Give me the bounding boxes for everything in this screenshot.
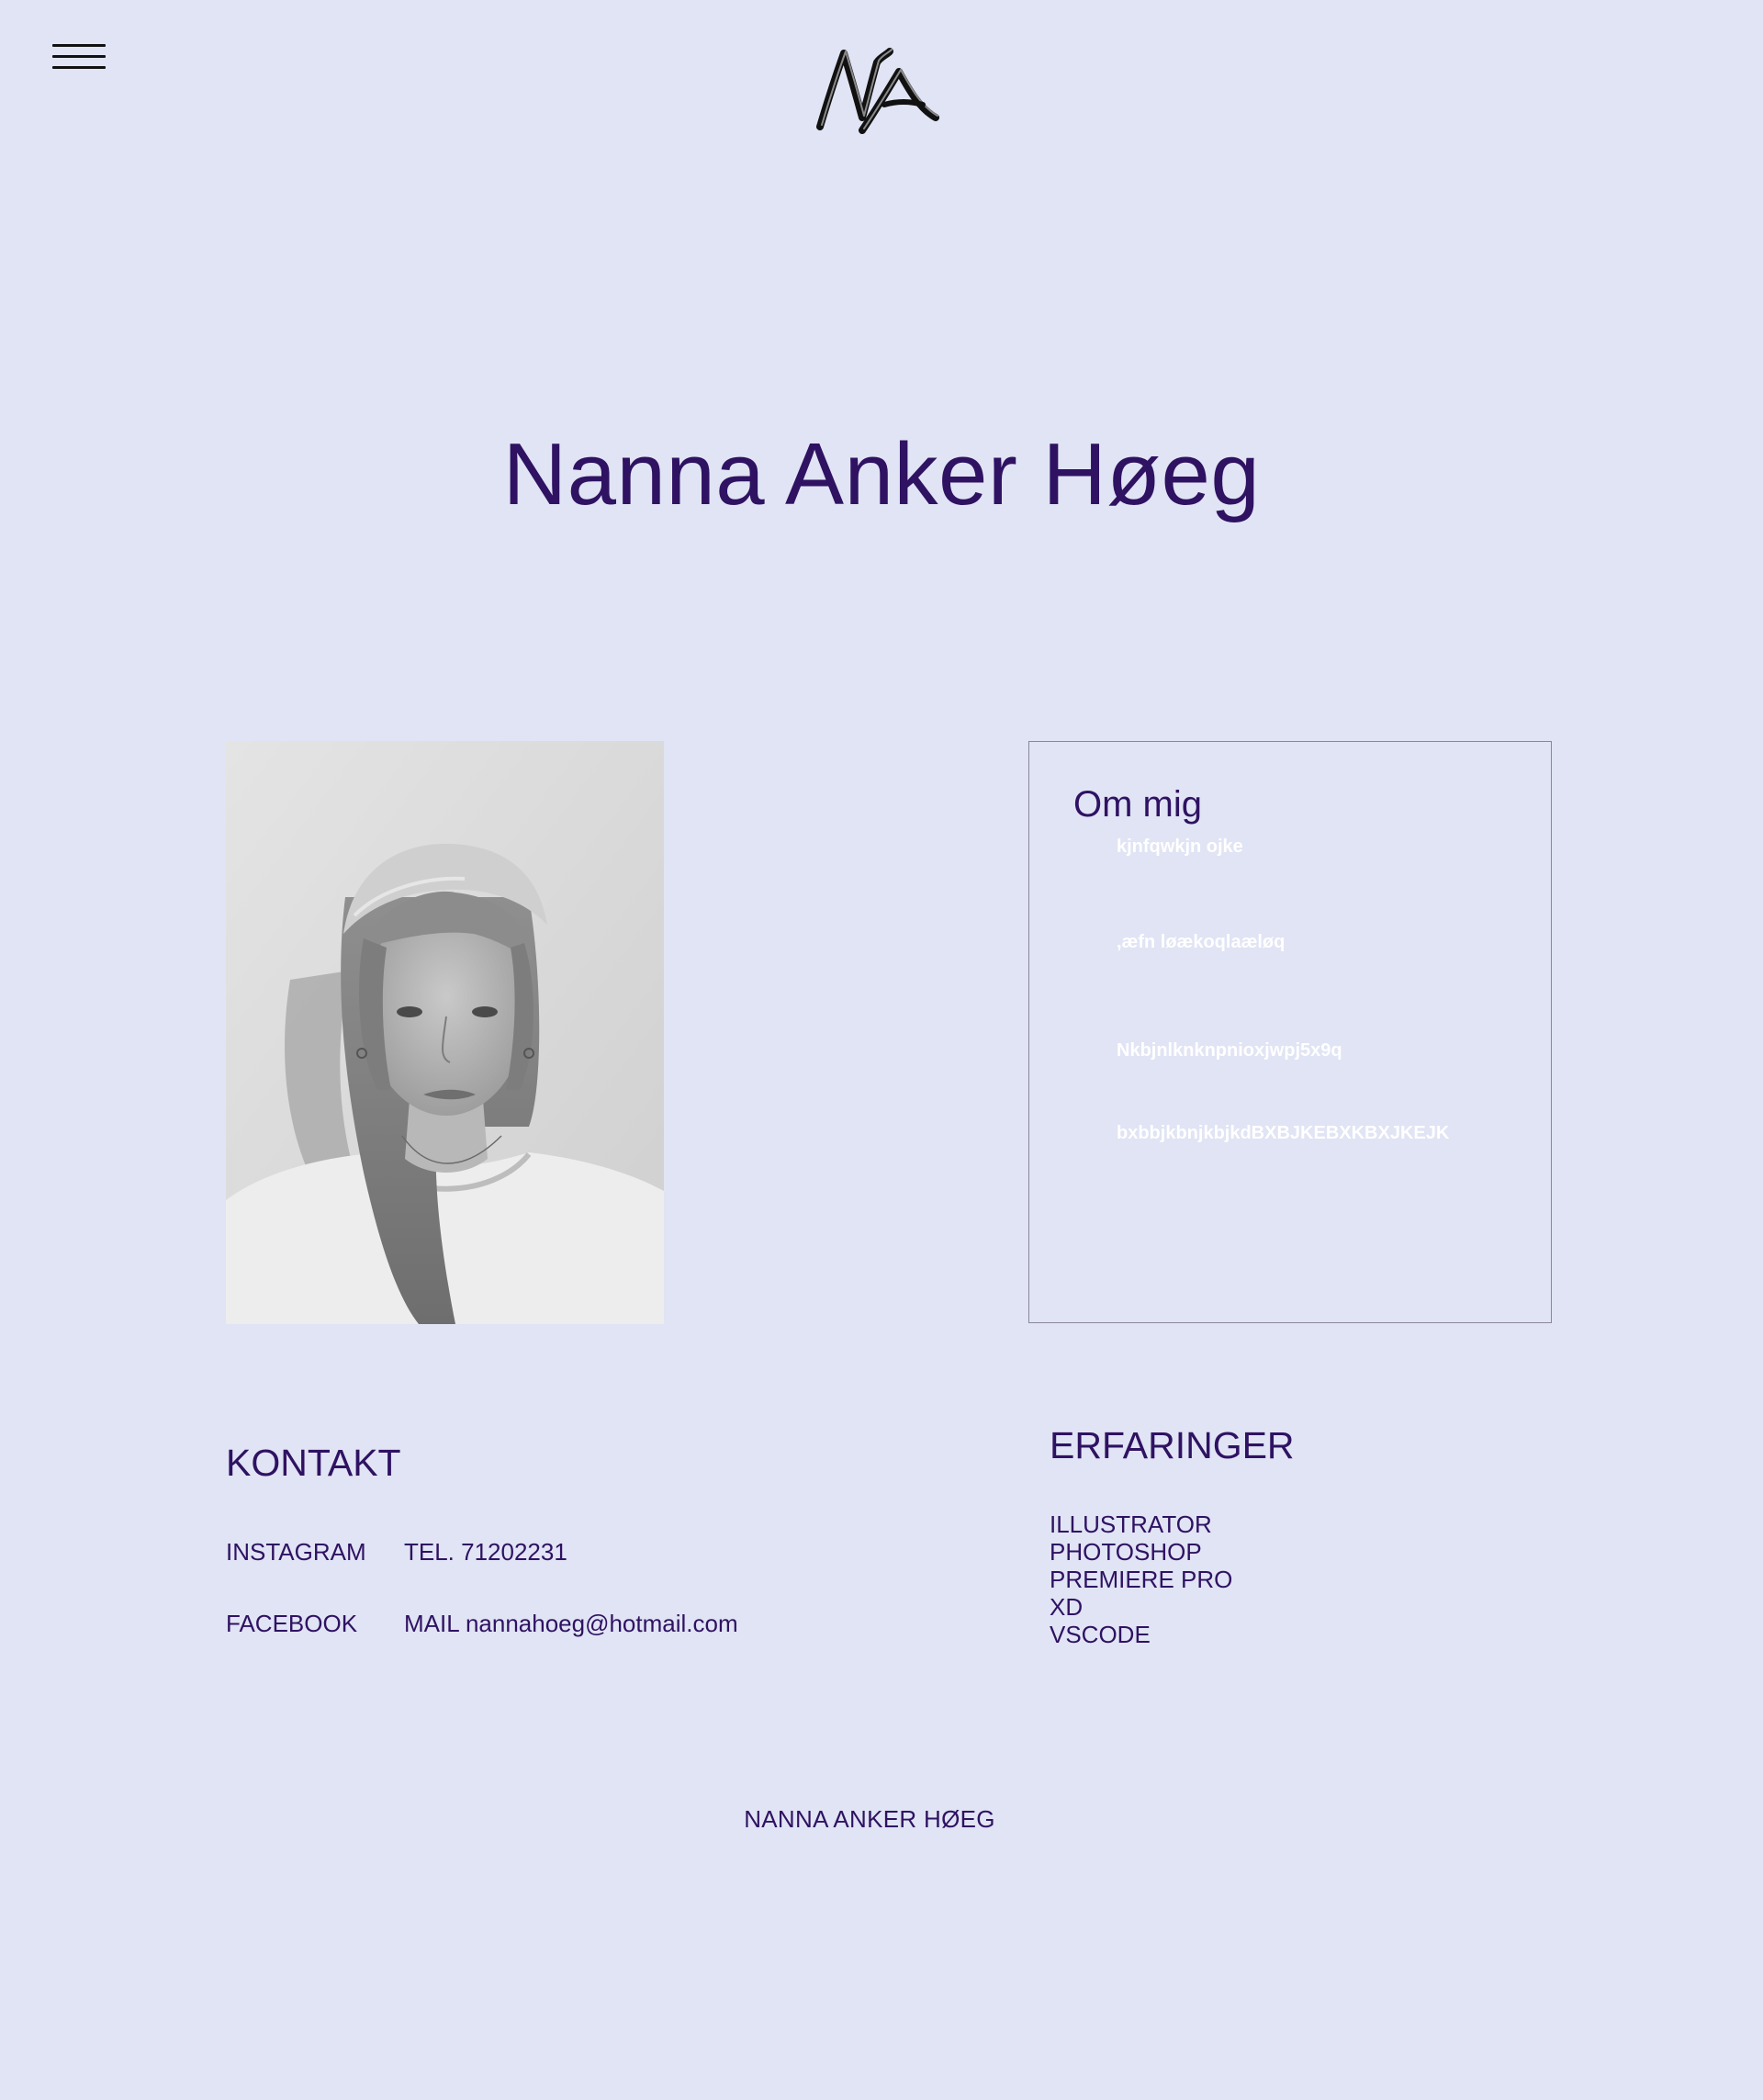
email-address: MAIL nannahoeg@hotmail.com [404, 1610, 738, 1637]
about-title: Om mig [1073, 784, 1202, 825]
portrait-photo [226, 741, 664, 1324]
facebook-link[interactable]: FACEBOOK [226, 1609, 357, 1638]
about-text-line: kjnfqwkjn ojke [1117, 837, 1243, 857]
skill-item: PREMIERE PRO [1050, 1566, 1233, 1593]
kontakt-title: KONTAKT [226, 1442, 401, 1484]
na-logo-icon[interactable] [813, 35, 950, 138]
about-text-line: ,æfn løækoqlaæløq [1117, 932, 1286, 952]
about-text-line: Nkbjnlknknpnioxjwpj5x9q [1117, 1040, 1342, 1061]
erfaringer-title: ERFARINGER [1050, 1424, 1295, 1466]
skill-item: ILLUSTRATOR [1050, 1510, 1212, 1538]
skill-item: PHOTOSHOP [1050, 1538, 1202, 1566]
skills-list: ILLUSTRATOR PHOTOSHOP PREMIERE PRO XD VS… [1050, 1510, 1232, 1648]
menu-line [52, 66, 106, 69]
footer-text: NANNA ANKER HØEG [744, 1805, 995, 1833]
menu-line [52, 44, 106, 47]
about-text-line: bxbbjkbnjkbjkdBXBJKEBXKBXJKEJK [1117, 1123, 1450, 1143]
skill-item: VSCODE [1050, 1621, 1151, 1648]
instagram-link[interactable]: INSTAGRAM [226, 1537, 366, 1567]
phone-number: TEL. 71202231 [404, 1538, 567, 1566]
skill-item: XD [1050, 1593, 1084, 1621]
about-card: Om mig kjnfqwkjn ojke ,æfn løækoqlaæløq … [1028, 741, 1552, 1323]
hamburger-menu-icon[interactable] [52, 44, 106, 72]
menu-line [52, 55, 106, 58]
hero-title: Nanna Anker Høeg [502, 425, 1261, 523]
